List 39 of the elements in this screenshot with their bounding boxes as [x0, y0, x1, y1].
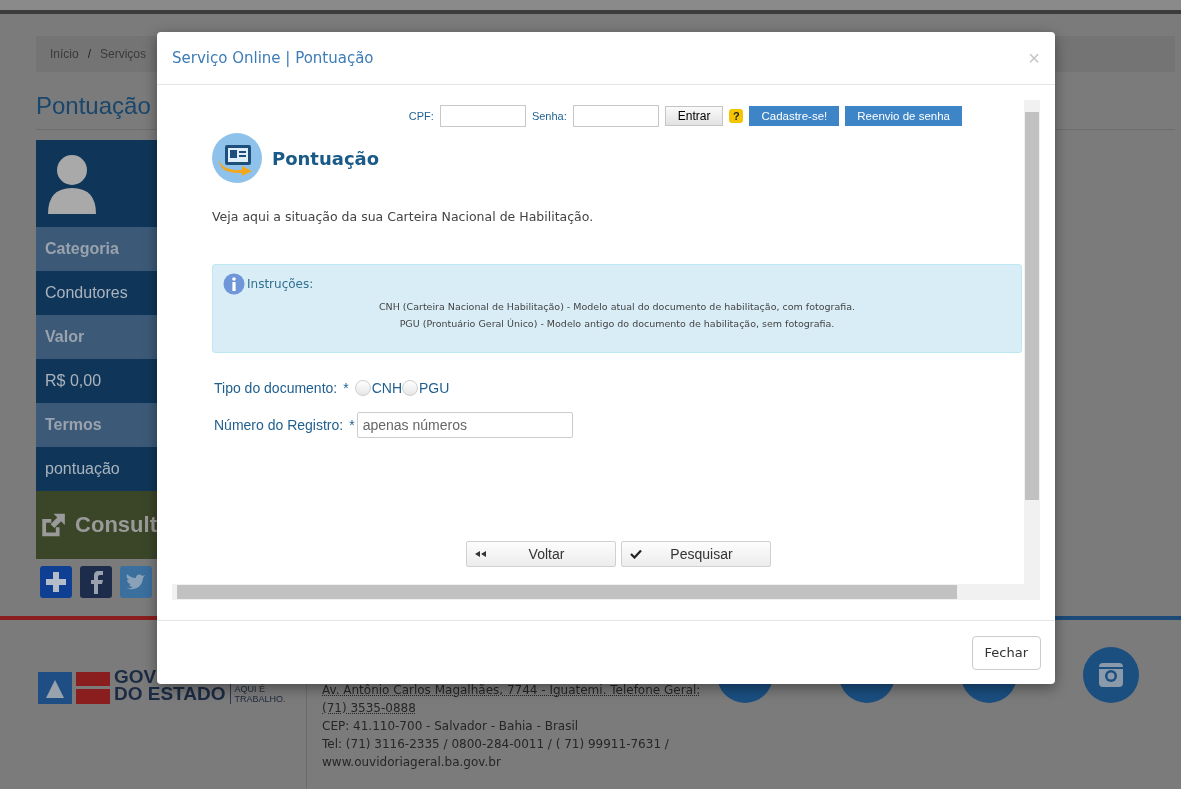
breadcrumb-separator: / — [87, 47, 92, 61]
instruction-text: PGU (Prontuário Geral Único) - Modelo antigo do documento de habilitação, sem fotografia. — [398, 318, 836, 329]
address-line: Tel: (71) 3116-2335 / 0800-284-0011 / ( 71) 99911-7631 / — [322, 736, 670, 753]
sidebar-label: Valor — [36, 315, 157, 359]
sidebar-label: Termos — [36, 403, 157, 447]
field-label: Senha: — [531, 110, 567, 122]
resend-password-button[interactable]: Reenvio de senha — [845, 106, 962, 126]
instructions-title: Instruções: — [247, 277, 314, 291]
required-mark: * — [349, 417, 355, 433]
sidebar-value: pontuação — [36, 447, 157, 491]
modal-title: Serviço Online | Pontuação — [172, 49, 374, 67]
field-label: Tipo do documento: — [214, 380, 338, 396]
instruction-text: CNH (Carteira Nacional de Habilitação) - Modelo atual do documento de habilitação, com fotografia. — [377, 301, 857, 312]
sidebar-label: Categoria — [36, 227, 157, 271]
address-line: CEP: 41.110-700 - Salvador - Bahia - Brasil — [322, 718, 580, 735]
sidebar-value: R$ 0,00 — [36, 359, 157, 403]
sidebar-value: Condutores — [36, 271, 157, 315]
registration-field[interactable]: apenas números — [356, 412, 573, 438]
register-button[interactable]: Cadastre-se! — [749, 106, 840, 126]
radio-option[interactable]: PGU — [402, 380, 450, 396]
description-text: Veja aqui a situação da sua Carteira Nacional de Habilitação. — [212, 209, 595, 224]
address-line: Av. Antônio Carlos Magalhães, 7744 - Iguatemi. Telefone Geral: — [322, 682, 702, 699]
radio-option[interactable]: CNH — [354, 380, 403, 396]
slogan-text: AQUI É — [234, 684, 267, 694]
close-button[interactable]: Fechar — [971, 635, 1041, 670]
back-button[interactable]: Voltar — [465, 541, 616, 567]
section-heading: Pontuação — [272, 147, 380, 169]
address-line: www.ouvidoriageral.ba.gov.br — [322, 754, 502, 771]
search-button[interactable]: Pesquisar — [620, 541, 771, 567]
required-mark: * — [343, 380, 349, 396]
help-icon[interactable]: ? — [729, 109, 744, 123]
consult-title: Consult — [75, 512, 157, 538]
field-label: Número do Registro: — [214, 417, 344, 433]
enter-button[interactable]: Entrar — [664, 106, 724, 126]
logo-text: DO ESTADO — [114, 685, 226, 702]
slogan-text: TRABALHO. — [234, 694, 286, 704]
field-label: CPF: — [408, 110, 434, 122]
logo-text: GOV — [114, 668, 158, 685]
address-line: (71) 3535-0888 — [322, 700, 417, 717]
